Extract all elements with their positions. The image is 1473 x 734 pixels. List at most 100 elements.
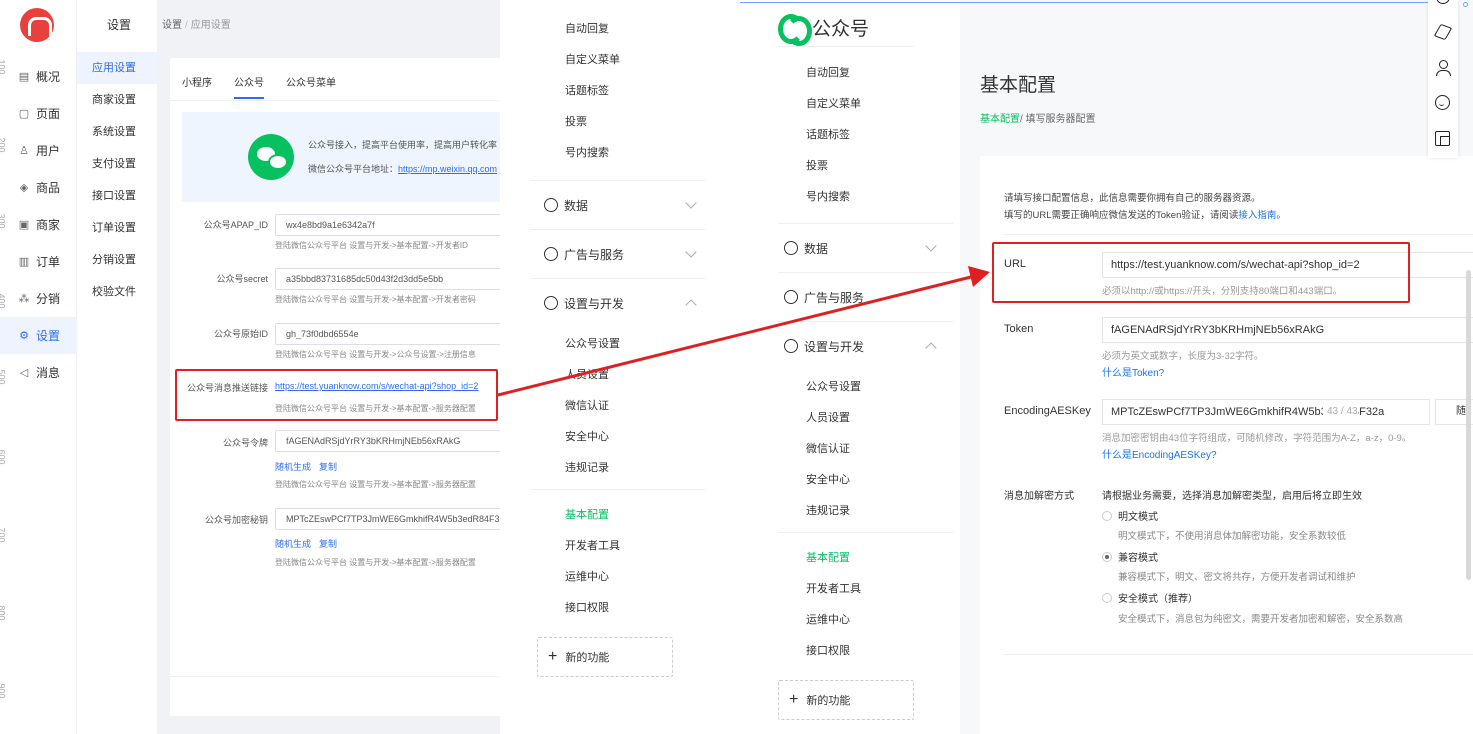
token-label: 公众号令牌 [222, 438, 268, 448]
menu-dev-tools[interactable]: 开发者工具 [806, 580, 861, 596]
aes-key-label: 公众号加密秘钥 [204, 515, 268, 525]
intro-banner: 公众号接入，提高平台使用率，提高用户转化率 微信公众号平台地址：https://… [182, 112, 500, 202]
menu-violation-record[interactable]: 违规记录 [806, 502, 850, 518]
origin-id-input[interactable]: gh_73f0dbd6554e [275, 323, 500, 345]
menu-security-center[interactable]: 安全中心 [806, 471, 850, 487]
menu-violation-record[interactable]: 违规记录 [565, 459, 609, 475]
smile-icon[interactable] [1435, 95, 1451, 111]
user-icon[interactable] [1435, 60, 1451, 76]
settings-item-payment[interactable]: 支付设置 [77, 148, 157, 180]
distribution-icon: ⁂ [18, 292, 30, 305]
tab-miniprogram[interactable]: 小程序 [182, 74, 212, 99]
menu-custom-menu[interactable]: 自定义菜单 [565, 51, 620, 67]
token-help-link[interactable]: 什么是Token? [1102, 364, 1164, 379]
nav-item-goods[interactable]: ◈ 商品 [0, 169, 77, 206]
menu-search[interactable]: 号内搜索 [565, 144, 609, 160]
cube-icon[interactable] [1435, 24, 1451, 40]
mode-plain-radio[interactable]: 明文模式 [1102, 508, 1158, 523]
menu-staff-settings[interactable]: 人员设置 [806, 409, 850, 425]
token-input[interactable]: fAGENAdRSjdYrRY3bKRHmjNEb56xRAkG [275, 430, 500, 452]
aes-random-button[interactable]: 随机生成 [275, 539, 311, 549]
settings-item-verify-file[interactable]: 校验文件 [77, 276, 157, 308]
scrollbar[interactable] [1466, 270, 1471, 580]
new-feature-button[interactable]: + 新的功能 [537, 637, 673, 677]
menu-basic-config[interactable]: 基本配置 [806, 549, 850, 565]
tab-official-menu[interactable]: 公众号菜单 [286, 74, 336, 99]
tab-official-account[interactable]: 公众号 [234, 74, 264, 99]
menu-auto-reply[interactable]: 自动回复 [806, 64, 850, 80]
menu-ops-center[interactable]: 运维中心 [565, 568, 609, 584]
token-hint: 必须为英文或数字，长度为3-32字符。 [1102, 351, 1264, 362]
nav-item-overview[interactable]: ▤ 概况 [0, 58, 77, 95]
menu-search[interactable]: 号内搜索 [806, 188, 850, 204]
chevron-down-icon [685, 246, 697, 258]
nav-item-orders[interactable]: ▥ 订单 [0, 243, 77, 280]
mode-compatible-radio[interactable]: 兼容模式 [1102, 549, 1158, 564]
origin-id-hint: 登陆微信公众号平台 设置与开发->公众号设置->注册信息 [275, 350, 476, 359]
menu-dev-tools[interactable]: 开发者工具 [565, 537, 620, 553]
nav-item-users[interactable]: ♙ 用户 [0, 132, 77, 169]
menu-staff-settings[interactable]: 人员设置 [565, 366, 609, 382]
menu-vote[interactable]: 投票 [565, 113, 587, 129]
menu-wechat-verify[interactable]: 微信认证 [565, 397, 609, 413]
menu-group-dev[interactable]: 设置与开发 [770, 322, 945, 370]
menu-basic-config[interactable]: 基本配置 [565, 506, 609, 522]
menu-group-data[interactable]: 数据 [530, 181, 705, 229]
nav-item-settings[interactable]: ⚙ 设置 [0, 317, 77, 354]
menu-account-settings[interactable]: 公众号设置 [806, 378, 861, 394]
menu-group-data[interactable]: 数据 [770, 224, 945, 272]
menu-group-ads[interactable]: 广告与服务 [770, 273, 945, 321]
settings-item-api[interactable]: 接口设置 [77, 180, 157, 212]
menu-vote[interactable]: 投票 [806, 157, 828, 173]
aes-copy-button[interactable]: 复制 [319, 539, 337, 549]
menu-group-ads[interactable]: 广告与服务 [530, 230, 705, 278]
platform-link[interactable]: https://mp.weixin.qq.com [398, 164, 497, 174]
settings-item-app[interactable]: 应用设置 [77, 52, 157, 84]
new-feature-button[interactable]: + 新的功能 [778, 680, 914, 720]
circle-icon[interactable] [1435, 0, 1451, 6]
breadcrumb-basic-config[interactable]: 基本配置 [980, 114, 1020, 125]
token-actions: 随机生成 复制 [275, 460, 345, 473]
chevron-up-icon [685, 299, 697, 311]
breadcrumb-root[interactable]: 设置 [162, 20, 182, 31]
settings-item-order[interactable]: 订单设置 [77, 212, 157, 244]
menu-api-permissions[interactable]: 接口权限 [806, 642, 850, 658]
menu-topic-tags[interactable]: 话题标签 [806, 126, 850, 142]
basic-config-panel: 公众号 自动回复 自定义菜单 话题标签 投票 号内搜索 数据 广告与服务 设置与… [740, 0, 1473, 734]
menu-ops-center[interactable]: 运维中心 [806, 611, 850, 627]
nav-item-pages[interactable]: ▢ 页面 [0, 95, 77, 132]
menu-account-settings[interactable]: 公众号设置 [565, 335, 620, 351]
nav-item-distribution[interactable]: ⁂ 分销 [0, 280, 77, 317]
app-logo[interactable] [20, 8, 54, 42]
menu-wechat-verify[interactable]: 微信认证 [806, 440, 850, 456]
appid-label: 公众号APAP_ID [203, 220, 268, 230]
compass-icon [784, 290, 798, 304]
settings-item-distribution[interactable]: 分销设置 [77, 244, 157, 276]
highlight-push-url [175, 369, 498, 421]
menu-group-dev[interactable]: 设置与开发 [530, 279, 705, 327]
menu-custom-menu[interactable]: 自定义菜单 [806, 95, 861, 111]
access-guide-link[interactable]: 接入指南 [1238, 210, 1276, 221]
aes-key-counter: 43 / 43 [1323, 400, 1358, 424]
menu-api-permissions[interactable]: 接口权限 [565, 599, 609, 615]
menu-auto-reply[interactable]: 自动回复 [565, 20, 609, 36]
settings-item-merchant[interactable]: 商家设置 [77, 84, 157, 116]
nav-item-merchants[interactable]: ▣ 商家 [0, 206, 77, 243]
token-input[interactable]: fAGENAdRSjdYrRY3bKRHmjNEb56xRAkG [1102, 317, 1473, 343]
nav-item-messages[interactable]: ◁ 消息 [0, 354, 77, 391]
token-copy-button[interactable]: 复制 [319, 462, 337, 472]
menu-security-center[interactable]: 安全中心 [565, 428, 609, 444]
aes-key-help-link[interactable]: 什么是EncodingAESKey? [1102, 446, 1217, 461]
menu-topic-tags[interactable]: 话题标签 [565, 82, 609, 98]
aes-actions: 随机生成 复制 [275, 537, 345, 550]
appid-input[interactable]: wx4e8bd9a1e6342a7f [275, 214, 500, 236]
resize-handle[interactable] [1463, 2, 1468, 7]
mode-secure-radio[interactable]: 安全模式（推荐） [1102, 590, 1198, 605]
aes-key-input[interactable]: MPTcZEswPCf7TP3JmWE6GmkhifR4W5b3edR84F32… [275, 508, 500, 530]
layout-icon[interactable] [1435, 131, 1451, 147]
secret-input[interactable]: a35bbd83731685dc50d43f2d3dd5e5bb [275, 268, 500, 290]
brand-title: 公众号 [812, 19, 870, 40]
token-random-button[interactable]: 随机生成 [275, 462, 311, 472]
aes-key-input[interactable]: MPTcZEswPCf7TP3JmWE6GmkhifR4W5b3edR84F32… [1102, 399, 1430, 425]
settings-item-system[interactable]: 系统设置 [77, 116, 157, 148]
